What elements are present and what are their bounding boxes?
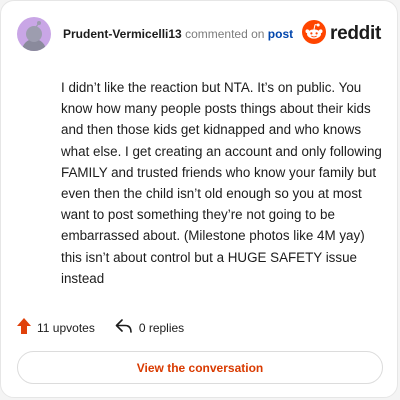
replies-stat[interactable]: 0 replies bbox=[115, 319, 184, 336]
user-avatar-icon[interactable] bbox=[17, 17, 51, 51]
username[interactable]: Prudent-Vermicelli13 bbox=[63, 27, 182, 41]
comment-card: Prudent-Vermicelli13 commented on post r… bbox=[0, 0, 398, 398]
replies-count: 0 replies bbox=[138, 320, 185, 335]
upvotes-count: 11 upvotes bbox=[37, 320, 95, 335]
comment-meta: Prudent-Vermicelli13 commented on post bbox=[63, 27, 302, 41]
commented-on-text: commented on bbox=[185, 27, 265, 41]
post-link[interactable]: post bbox=[268, 27, 293, 41]
comment-header: Prudent-Vermicelli13 commented on post r… bbox=[17, 17, 381, 51]
comment-stats: 11 upvotes 0 replies bbox=[17, 318, 184, 337]
view-conversation-button[interactable]: View the conversation bbox=[17, 351, 383, 384]
upvotes-stat[interactable]: 11 upvotes bbox=[17, 318, 95, 337]
comment-body: I didn’t like the reaction but NTA. It’s… bbox=[61, 80, 382, 286]
reddit-logo[interactable]: reddit bbox=[302, 19, 381, 49]
reddit-alien-icon bbox=[302, 19, 327, 49]
reply-arrow-icon bbox=[115, 319, 133, 336]
upvote-arrow-icon bbox=[17, 318, 31, 337]
reddit-wordmark: reddit bbox=[330, 23, 381, 44]
